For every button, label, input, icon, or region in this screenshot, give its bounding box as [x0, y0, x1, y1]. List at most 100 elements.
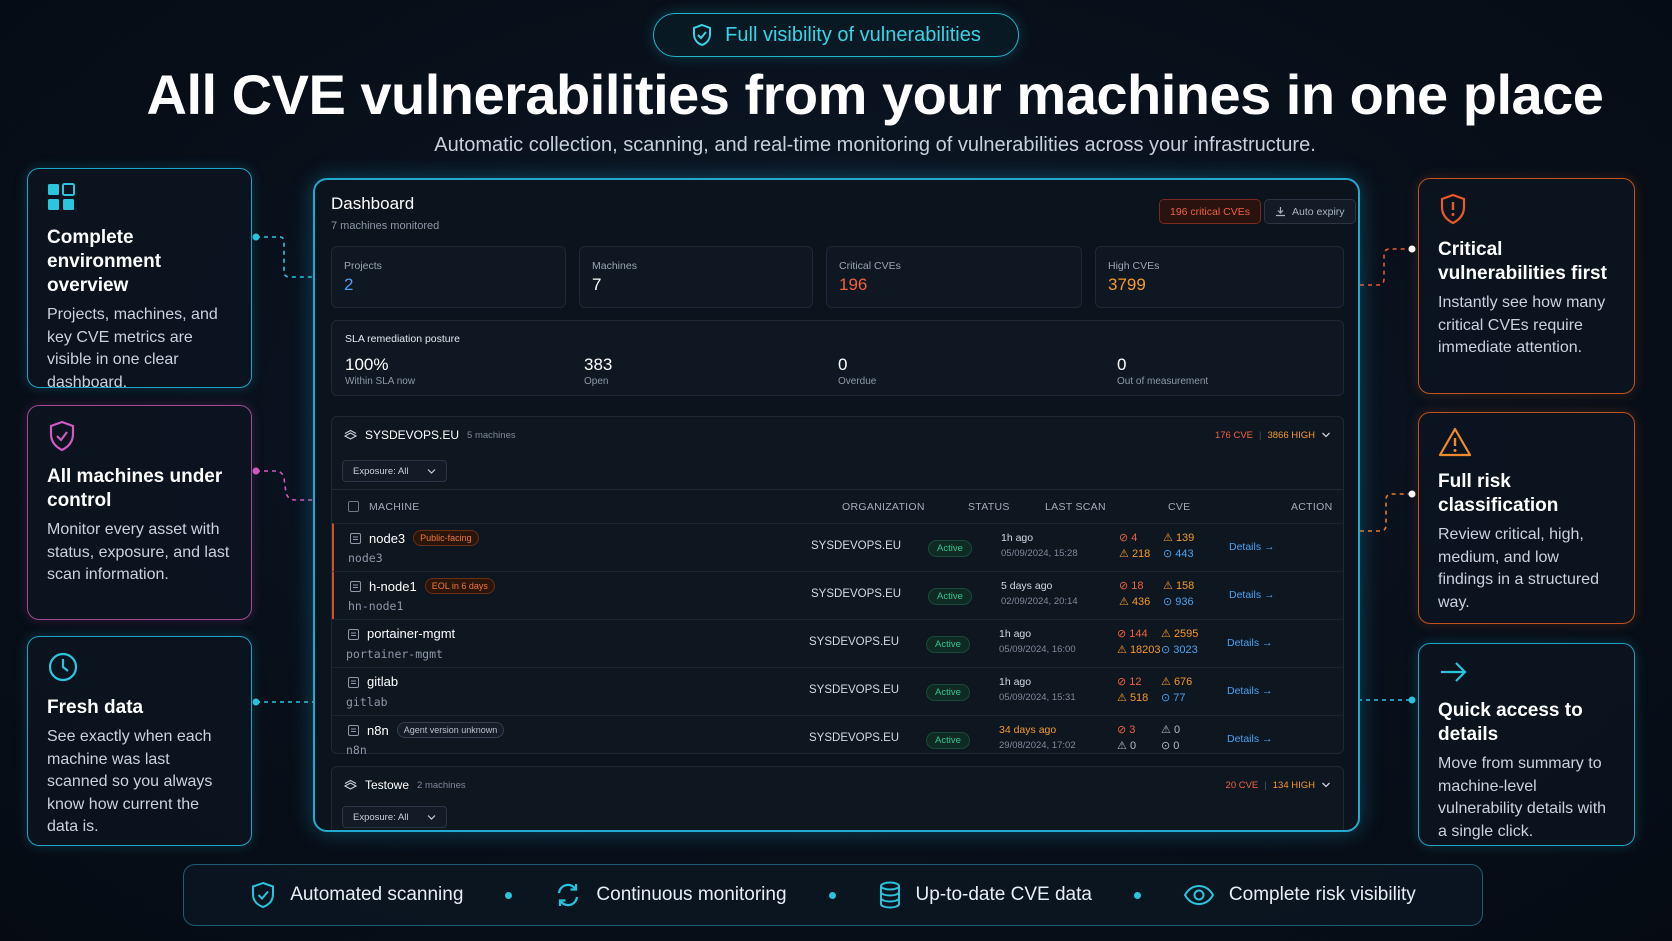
- col-cve[interactable]: CVE: [1168, 501, 1191, 513]
- machine-name[interactable]: portainer-mgmt: [367, 626, 455, 641]
- dashboard-window: Dashboard 7 machines monitored 196 criti…: [313, 178, 1360, 832]
- info-icon: ⊙: [1161, 692, 1171, 704]
- card-title: Quick access to details: [1438, 700, 1583, 745]
- machine-tag: Agent version unknown: [396, 722, 505, 738]
- group-high-count: 3866 HIGH: [1267, 429, 1315, 441]
- col-action: ACTION: [1291, 500, 1333, 513]
- cve-counts: ⊘ 12 ⚠ 676 ⚠ 518 ⊙ 77: [1117, 675, 1221, 704]
- separator-dot: [1133, 891, 1141, 899]
- group-count: 2 machines: [417, 779, 466, 791]
- stat-label: Machines: [592, 260, 637, 272]
- dashboard-title: Dashboard: [331, 194, 415, 213]
- feature-label: Up-to-date CVE data: [915, 884, 1092, 905]
- details-link[interactable]: Details →: [1227, 685, 1273, 697]
- critical-icon: ⊘: [1119, 532, 1129, 544]
- refresh-icon: [558, 883, 579, 907]
- col-machine[interactable]: MACHINE: [369, 501, 420, 513]
- card-title: All machines under control: [47, 466, 223, 511]
- info-icon: ⊙: [1163, 596, 1173, 608]
- machine-host: portainer-mgmt: [346, 647, 443, 661]
- machine-tag: Public-facing: [413, 530, 479, 546]
- table-row[interactable]: portainer-mgmt portainer-mgmt SYSDEVOPS.…: [332, 619, 1343, 667]
- table-row[interactable]: gitlab gitlab SYSDEVOPS.EU Active 1h ago…: [332, 667, 1343, 715]
- machine-name[interactable]: h-node1: [369, 579, 417, 594]
- stat-value: 196: [839, 275, 868, 294]
- table-row[interactable]: n8n Agent version unknown n8n SYSDEVOPS.…: [332, 715, 1343, 763]
- card-desc: Monitor every asset with status, exposur…: [47, 521, 230, 583]
- shield-check-icon: [693, 23, 712, 47]
- last-scan-date: 02/09/2024, 20:14: [1001, 596, 1078, 607]
- card-desc: Instantly see how many critical CVEs req…: [1438, 294, 1606, 356]
- group-name: Testowe: [365, 778, 410, 792]
- col-last-scan[interactable]: LAST SCAN: [1045, 501, 1106, 513]
- warning-icon: ⚠: [1161, 724, 1171, 736]
- grid-icon: [48, 183, 75, 210]
- cve-low: 77: [1173, 692, 1186, 704]
- exposure-value: Exposure: All: [353, 465, 409, 477]
- cve-high: 676: [1173, 676, 1193, 688]
- machine-icon: [350, 581, 361, 592]
- separator-dot: [505, 891, 513, 899]
- stat-projects: Projects 2: [331, 246, 566, 308]
- col-organization[interactable]: ORGANIZATION: [842, 501, 925, 513]
- details-link[interactable]: Details →: [1227, 637, 1273, 649]
- checkbox-icon[interactable]: [348, 501, 359, 512]
- warning-icon: ⚠: [1117, 644, 1127, 656]
- col-status[interactable]: STATUS: [968, 501, 1010, 513]
- sla-value: 0: [1117, 355, 1127, 374]
- card-risk-classification: Full risk classification Review critical…: [1418, 412, 1635, 624]
- stat-critical-cves: Critical CVEs 196: [826, 246, 1082, 308]
- group-cve-count: 20 CVE: [1225, 779, 1259, 791]
- server-icon: [344, 429, 357, 440]
- exposure-select[interactable]: Exposure: All: [342, 806, 447, 828]
- chevron-down-icon[interactable]: [1321, 431, 1331, 439]
- cve-high: 2595: [1173, 628, 1199, 640]
- stat-label: Critical CVEs: [839, 260, 901, 272]
- arrow-right-icon: [1441, 662, 1467, 682]
- cve-medium: 0: [1129, 740, 1137, 752]
- machine-icon: [348, 725, 359, 736]
- group-high-count: 134 HIGH: [1272, 779, 1315, 791]
- sla-value: 100%: [345, 355, 389, 374]
- last-scan-date: 05/09/2024, 16:00: [999, 644, 1076, 655]
- organization: SYSDEVOPS.EU: [809, 684, 900, 696]
- download-icon: [1276, 207, 1285, 217]
- cve-low: 3023: [1173, 644, 1198, 656]
- machine-name[interactable]: gitlab: [367, 674, 398, 689]
- cve-critical: 3: [1129, 724, 1136, 736]
- cve-medium: 436: [1131, 596, 1151, 608]
- table-row[interactable]: node3 Public-facing node3 SYSDEVOPS.EU A…: [332, 523, 1343, 571]
- chevron-down-icon[interactable]: [1321, 781, 1331, 789]
- organization: SYSDEVOPS.EU: [809, 636, 900, 648]
- details-link[interactable]: Details →: [1229, 541, 1275, 553]
- auto-expiry-button[interactable]: Auto expiry: [1264, 199, 1356, 224]
- stat-label: High CVEs: [1108, 260, 1160, 272]
- stat-high-cves: High CVEs 3799: [1095, 246, 1344, 308]
- group-header[interactable]: Testowe 2 machines 20 CVE | 134 HIGH: [332, 767, 1343, 803]
- details-link[interactable]: Details →: [1229, 589, 1275, 601]
- card-desc: Move from summary to machine-level vulne…: [1438, 755, 1607, 840]
- card-title: Full risk classification: [1438, 471, 1559, 516]
- machine-icon: [350, 533, 361, 544]
- card-environment-overview: Complete environment overview Projects, …: [27, 168, 252, 391]
- cve-counts: ⊘ 144 ⚠ 2595 ⚠ 18203 ⊙ 3023: [1117, 627, 1221, 656]
- critical-icon: ⊘: [1117, 724, 1127, 736]
- machine-name[interactable]: node3: [369, 531, 405, 546]
- group-header[interactable]: SYSDEVOPS.EU 5 machines 176 CVE | 3866 H…: [332, 417, 1343, 453]
- last-scan-date: 29/08/2024, 17:02: [999, 740, 1076, 751]
- critical-cves-badge[interactable]: 196 critical CVEs: [1159, 199, 1261, 224]
- sla-label: Within SLA now: [345, 376, 416, 387]
- sla-heading: SLA remediation posture: [345, 333, 460, 345]
- cve-high: 158: [1175, 580, 1195, 592]
- details-link[interactable]: Details →: [1227, 733, 1273, 745]
- exposure-select[interactable]: Exposure: All: [342, 460, 447, 482]
- feature-up-to-date-cve: Up-to-date CVE data: [878, 881, 1092, 909]
- machine-name[interactable]: n8n: [367, 723, 389, 738]
- card-fresh-data: Fresh data See exactly when each machine…: [27, 636, 252, 846]
- last-scan-relative: 1h ago: [999, 676, 1032, 688]
- card-title: Complete environment overview: [47, 227, 162, 296]
- card-all-machines: All machines under control Monitor every…: [27, 405, 252, 620]
- cve-medium: 518: [1129, 692, 1149, 704]
- card-critical-first: Critical vulnerabilities first Instantly…: [1418, 178, 1635, 394]
- table-row[interactable]: h-node1 EOL in 6 days hn-node1 SYSDEVOPS…: [332, 571, 1343, 619]
